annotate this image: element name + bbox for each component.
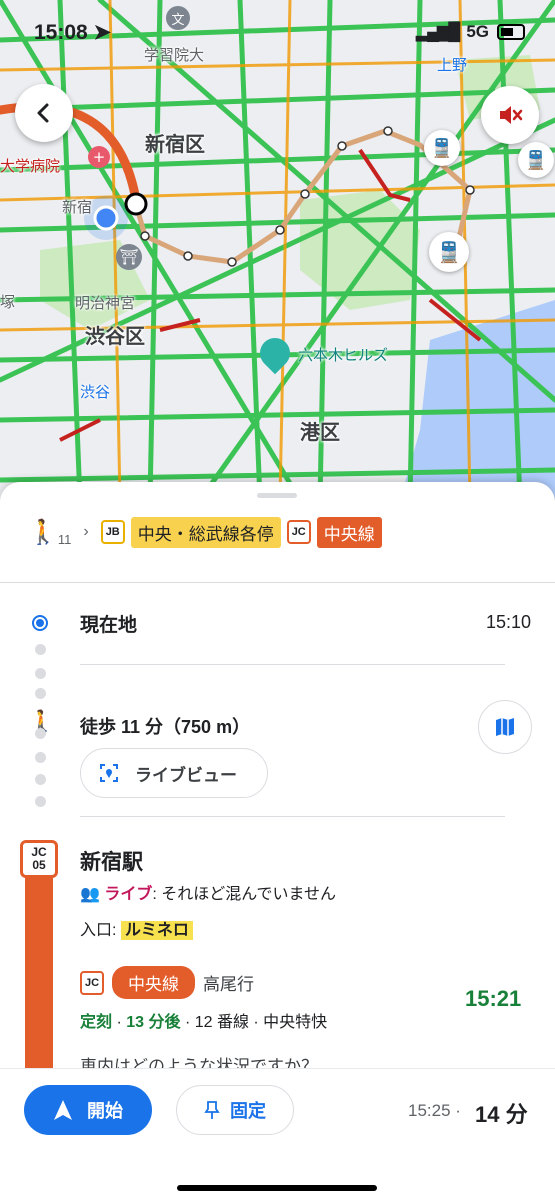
people-icon: 👥 (80, 886, 100, 903)
live-label: ライブ (104, 886, 153, 903)
departure-details: 定刻 · 13 分後 · 12 番線 · 中央特快 (80, 1014, 328, 1031)
live-status: : それほど混んでいません (152, 886, 337, 903)
status-time: 15:08 ➤ (34, 21, 112, 44)
pin-button[interactable]: 固定 (176, 1085, 294, 1135)
map-label-roppongi-hills: 六本木ヒルズ (298, 347, 389, 364)
route-dot (35, 668, 46, 679)
pin-label: 固定 (230, 1101, 266, 1121)
origin-label: 現在地 (80, 615, 138, 636)
signal-icon: ▂▄▆█ (416, 22, 460, 41)
status-bar: 15:08 ➤ ▂▄▆█ 5G (0, 0, 555, 64)
mute-button[interactable] (481, 86, 539, 144)
route-dot (35, 752, 46, 763)
home-indicator (177, 1185, 377, 1191)
map-view[interactable]: 学習院大 新宿区 大学病院 新宿 塚 明治神宮 渋谷区 渋谷 六本木ヒルズ 港区… (0, 0, 555, 500)
route-dot (35, 796, 46, 807)
departure-time: 15:21 (465, 986, 522, 1011)
shrine-icon: ⛩ (116, 244, 142, 270)
route-dot (35, 774, 46, 785)
start-navigation-button[interactable]: 開始 (24, 1085, 152, 1135)
line-code-jc: JC (80, 970, 104, 995)
train-icon: 🚆 (436, 240, 462, 264)
entrance-name: ルミネロ (120, 921, 193, 940)
line-name-jc: 中央線 (316, 516, 382, 548)
divider (80, 816, 505, 817)
map-toggle-button[interactable] (478, 700, 532, 754)
map-label-edge: 塚 (0, 294, 16, 311)
station-code-number: 05 (32, 858, 46, 872)
start-label: 開始 (87, 1101, 123, 1121)
map-label-meiji-jingu: 明治神宮 (75, 295, 136, 312)
chevron-right-icon: › (83, 523, 89, 540)
crowd-info: 👥 ライブ: それほど混んでいません (80, 880, 336, 904)
trip-duration: 14 分 (475, 1102, 528, 1127)
divider (0, 582, 555, 583)
line-name-jc: 中央線 (112, 966, 195, 999)
arrival-time: 15:25 · (408, 1101, 461, 1120)
live-view-button[interactable]: ライブビュー (80, 748, 268, 798)
minutes-after: 13 分後 (126, 1014, 181, 1031)
map-icon (496, 718, 514, 736)
map-roads (0, 0, 555, 500)
back-button[interactable] (15, 84, 73, 142)
route-dot (35, 688, 46, 699)
live-view-label: ライブビュー (135, 765, 237, 785)
divider (80, 664, 505, 665)
station-code-badge: JC 05 (20, 840, 58, 878)
route-summary: 🚶 11 › JB 中央・総武線各停 JC 中央線 (28, 514, 382, 550)
network-label: 5G (466, 22, 489, 41)
walk-minutes: 11 (57, 531, 72, 547)
entrance-label: 入口: (80, 922, 117, 939)
map-label-shinjuku-station: 新宿 (62, 199, 93, 216)
departure-row[interactable]: JC 中央線 高尾行 (80, 966, 254, 999)
train-icon: 🚆 (430, 137, 454, 159)
live-train-marker[interactable]: 🚆 (429, 232, 469, 272)
bottom-action-bar: 開始 固定 15:25 · 14 分 (0, 1068, 555, 1201)
station-name: 新宿駅 (80, 851, 143, 874)
line-code-jb: JB (100, 520, 125, 544)
route-dot (35, 728, 46, 739)
map-label-hospital: 大学病院 (0, 158, 61, 175)
hospital-icon: + (88, 146, 110, 168)
map-label-minato-ku: 港区 (300, 422, 340, 444)
train-icon: 🚆 (524, 149, 548, 171)
platform-info: · 12 番線 · 中央特快 (184, 1014, 328, 1031)
map-label-shibuya: 渋谷 (80, 384, 111, 401)
chevron-left-icon (37, 103, 49, 123)
train-station-marker[interactable]: 🚆 (424, 130, 460, 166)
map-label-shibuya-ku: 渋谷区 (85, 326, 145, 348)
route-dot (35, 644, 46, 655)
line-code-jc: JC (286, 520, 311, 544)
on-time-label: 定刻 (80, 1014, 113, 1031)
train-destination: 高尾行 (203, 975, 254, 994)
entrance-info: 入口: ルミネロ (80, 916, 193, 940)
navigation-arrow-icon (54, 1100, 72, 1120)
volume-off-icon (500, 106, 523, 124)
origin-dot-icon (32, 615, 48, 631)
status-right: ▂▄▆█ 5G (416, 22, 525, 42)
walk-text: 徒歩 11 分（750 m） (80, 717, 251, 737)
live-view-icon (100, 764, 118, 782)
sheet-handle[interactable] (257, 493, 297, 498)
train-station-marker[interactable]: 🚆 (518, 142, 554, 178)
map-label-shinjuku-ku: 新宿区 (145, 134, 205, 156)
walk-icon: 🚶 (28, 518, 58, 546)
pin-icon (204, 1101, 220, 1119)
line-name-jb: 中央・総武線各停 (130, 516, 281, 548)
battery-icon (497, 24, 525, 40)
origin-time: 15:10 (486, 612, 532, 632)
